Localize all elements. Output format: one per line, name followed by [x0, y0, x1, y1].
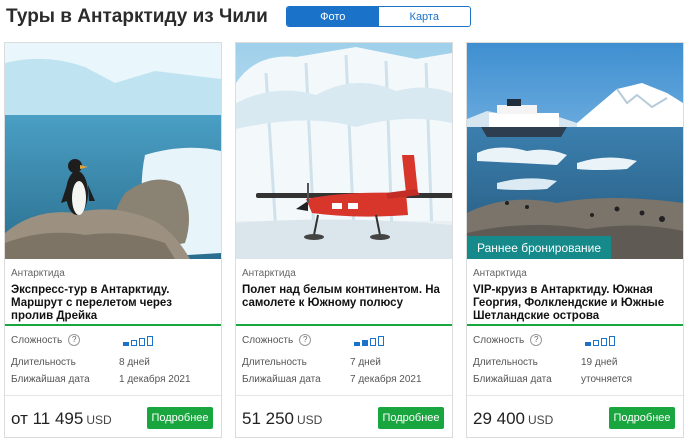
- duration-row: Длительность 8 дней: [11, 356, 150, 370]
- divider: [5, 395, 221, 396]
- price-currency: USD: [86, 413, 112, 427]
- page-title: Туры в Антарктиду из Чили: [6, 6, 268, 27]
- date-row: Ближайшая дата 1 декабря 2021: [11, 373, 191, 387]
- help-icon[interactable]: ?: [68, 334, 81, 347]
- early-booking-badge: Раннее бронирование: [467, 236, 612, 259]
- date-label: Ближайшая дата: [242, 374, 321, 385]
- difficulty-row: Сложность?: [242, 334, 384, 348]
- difficulty-label: Сложность: [242, 335, 294, 346]
- divider: [236, 395, 452, 396]
- divider: [236, 324, 452, 326]
- view-toggle: Фото Карта: [286, 6, 471, 27]
- tour-photo[interactable]: [5, 43, 221, 259]
- difficulty-row: Сложность?: [11, 334, 153, 348]
- duration-label: Длительность: [11, 357, 76, 368]
- more-button[interactable]: Подробнее: [609, 407, 675, 429]
- tour-price: от 11 495 USD: [11, 409, 112, 429]
- tour-price: 29 400 USD: [473, 409, 553, 429]
- tour-title[interactable]: VIP-круиз в Антарктиду. Южная Георгия, Ф…: [473, 284, 679, 323]
- duration-label: Длительность: [242, 357, 307, 368]
- duration-row: Длительность 19 дней: [473, 356, 617, 370]
- duration-value: 8 дней: [119, 357, 150, 368]
- price-value: 29 400: [473, 409, 525, 428]
- price-value: от 11 495: [11, 409, 84, 428]
- duration-value: 19 дней: [581, 357, 618, 368]
- tour-photo[interactable]: [236, 43, 452, 259]
- help-icon[interactable]: ?: [299, 334, 312, 347]
- divider: [5, 324, 221, 326]
- difficulty-indicator: [354, 334, 388, 346]
- tour-title[interactable]: Экспресс-тур в Антарктиду. Маршрут с пер…: [11, 284, 217, 323]
- date-row: Ближайшая дата уточняется: [473, 373, 632, 387]
- tab-map[interactable]: Карта: [378, 7, 470, 26]
- difficulty-indicator: [123, 334, 157, 346]
- more-button[interactable]: Подробнее: [378, 407, 444, 429]
- tour-region: Антарктида: [242, 268, 296, 279]
- duration-row: Длительность 7 дней: [242, 356, 381, 370]
- tour-card[interactable]: Антарктида Экспресс-тур в Антарктиду. Ма…: [4, 42, 222, 438]
- difficulty-label: Сложность: [473, 335, 525, 346]
- duration-value: 7 дней: [350, 357, 381, 368]
- tour-region: Антарктида: [11, 268, 65, 279]
- divider: [467, 395, 683, 396]
- date-row: Ближайшая дата 7 декабря 2021: [242, 373, 422, 387]
- difficulty-label: Сложность: [11, 335, 63, 346]
- date-value: 7 декабря 2021: [350, 374, 422, 385]
- difficulty-indicator: [585, 334, 619, 346]
- tour-photo[interactable]: Раннее бронирование: [467, 43, 683, 259]
- date-value: 1 декабря 2021: [119, 374, 191, 385]
- divider: [467, 324, 683, 326]
- date-label: Ближайшая дата: [473, 374, 552, 385]
- price-currency: USD: [528, 413, 554, 427]
- date-label: Ближайшая дата: [11, 374, 90, 385]
- tour-price: 51 250 USD: [242, 409, 322, 429]
- tour-card[interactable]: Антарктида Полет над белым континентом. …: [235, 42, 453, 438]
- date-value: уточняется: [581, 374, 633, 385]
- tour-region: Антарктида: [473, 268, 527, 279]
- price-currency: USD: [297, 413, 323, 427]
- duration-label: Длительность: [473, 357, 538, 368]
- tour-card[interactable]: Раннее бронирование Антарктида VIP-круиз…: [466, 42, 684, 438]
- more-button[interactable]: Подробнее: [147, 407, 213, 429]
- help-icon[interactable]: ?: [530, 334, 543, 347]
- difficulty-row: Сложность?: [473, 334, 615, 348]
- page-header: Туры в Антарктиду из Чили Фото Карта: [6, 4, 696, 30]
- tour-title[interactable]: Полет над белым континентом. На самолете…: [242, 284, 448, 310]
- tab-photo[interactable]: Фото: [287, 7, 379, 26]
- price-value: 51 250: [242, 409, 294, 428]
